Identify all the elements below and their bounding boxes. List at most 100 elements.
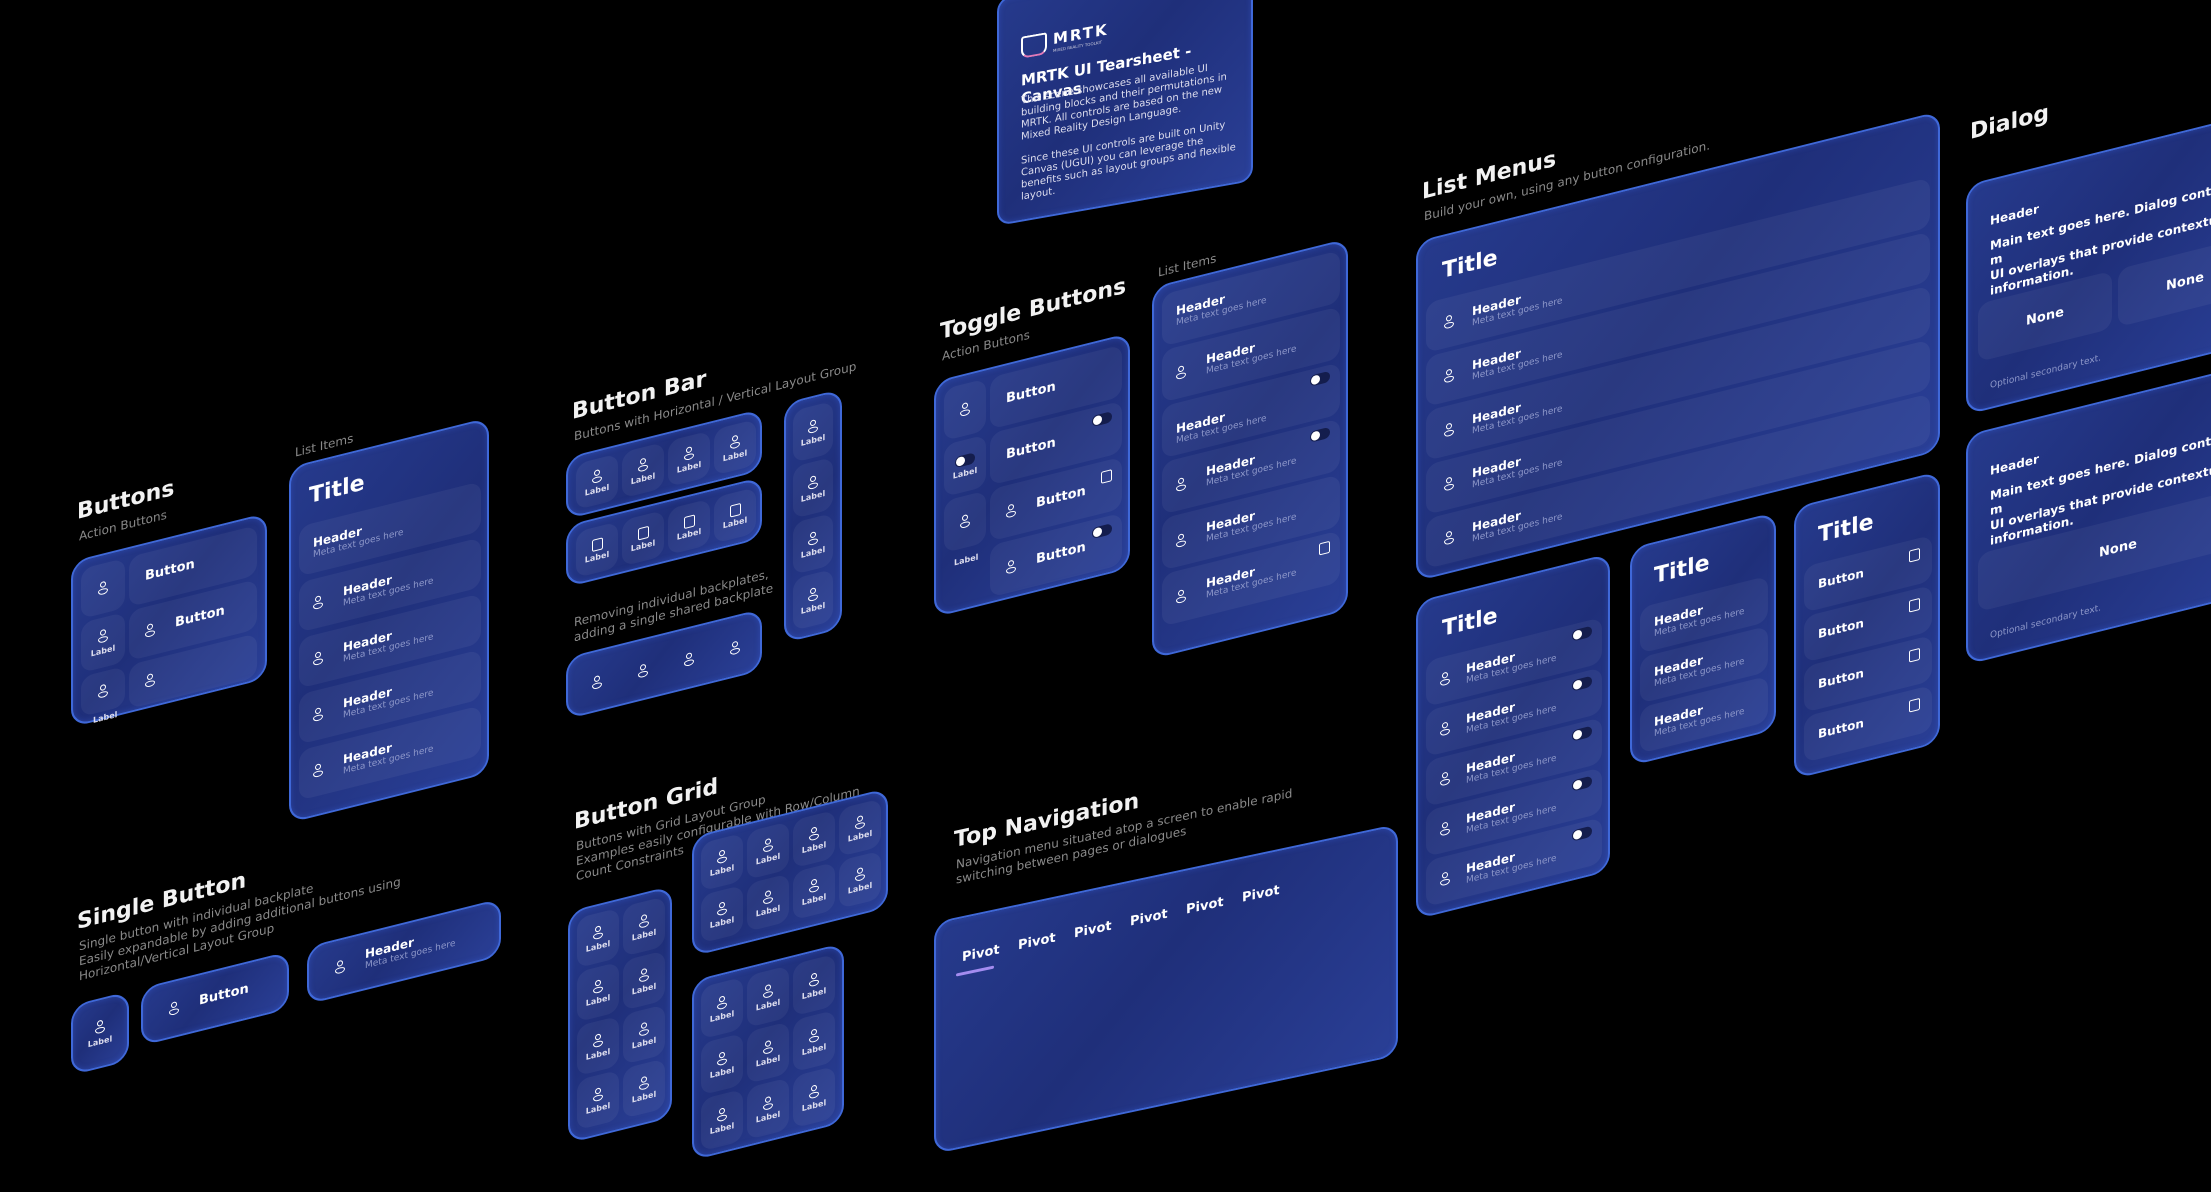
grid-button[interactable]: Label: [701, 884, 743, 944]
grid-button[interactable]: Label: [747, 1021, 789, 1084]
checkbox-icon[interactable]: [1319, 540, 1330, 556]
grid-button[interactable]: Label: [793, 953, 835, 1017]
grid-button[interactable]: Label: [747, 965, 789, 1028]
grid-button[interactable]: Label: [793, 1065, 835, 1129]
button-label: Label: [722, 514, 748, 530]
pivot-active-indicator: [956, 965, 994, 977]
grid-button[interactable]: Label: [747, 821, 789, 880]
person-icon: [809, 877, 819, 893]
list-menu-title: Title: [1442, 245, 1498, 285]
person-icon[interactable]: [592, 675, 602, 691]
grid-button[interactable]: Label: [793, 1009, 835, 1073]
toggle-switch[interactable]: [1572, 675, 1592, 692]
grid-button[interactable]: Label: [747, 1077, 789, 1140]
pivot-tab[interactable]: Pivot: [1074, 918, 1112, 941]
person-icon: [639, 1075, 649, 1091]
bar-button[interactable]: Label: [714, 419, 756, 476]
person-icon: [313, 763, 323, 779]
toggle-switch[interactable]: [1310, 426, 1330, 443]
grid-button[interactable]: Label: [793, 809, 835, 869]
toggle-switch[interactable]: [1310, 370, 1330, 387]
button-text: None: [2026, 304, 2064, 329]
icon-button-labeled[interactable]: [81, 666, 125, 718]
grid-button[interactable]: Label: [701, 1088, 743, 1152]
icon-button[interactable]: [944, 490, 986, 554]
grid-button[interactable]: Label: [793, 861, 835, 921]
person-icon: [1176, 365, 1186, 381]
grid-button[interactable]: Label: [623, 1004, 665, 1065]
person-icon[interactable]: [730, 640, 740, 656]
square-icon: [729, 502, 741, 518]
checkbox-icon[interactable]: [1101, 469, 1112, 484]
bar-button[interactable]: Label: [622, 442, 664, 499]
bar-button[interactable]: Label: [576, 453, 618, 511]
grid-button[interactable]: Label: [623, 896, 665, 957]
person-icon: [593, 1032, 603, 1048]
button-label: Label: [585, 1046, 611, 1062]
grid-button[interactable]: Label: [623, 1058, 665, 1119]
toggle-label-button[interactable]: Label: [944, 434, 986, 498]
grid-button[interactable]: Label: [577, 907, 619, 969]
pivot-tab[interactable]: Pivot: [1242, 883, 1280, 906]
list-menu-title: Title: [1654, 550, 1710, 590]
button-label: Label: [801, 1097, 827, 1113]
pivot-tab[interactable]: Pivot: [1018, 930, 1056, 953]
person-icon: [98, 628, 108, 644]
grid-button[interactable]: Label: [839, 850, 881, 909]
grid-button[interactable]: Label: [577, 961, 619, 1023]
single-text-button[interactable]: Button: [141, 951, 289, 1047]
person-icon[interactable]: [638, 663, 648, 679]
person-icon: [335, 959, 345, 975]
button-text: Button: [145, 556, 195, 585]
icon-label-button[interactable]: Label: [81, 612, 125, 674]
bar-button[interactable]: Label: [793, 456, 833, 519]
toggle-switch[interactable]: [1572, 725, 1592, 742]
checkbox-icon[interactable]: [1909, 547, 1920, 563]
bar-button[interactable]: Label: [622, 510, 664, 567]
toggle-switch[interactable]: [1572, 775, 1592, 792]
single-icon-button[interactable]: Label: [71, 991, 129, 1076]
bar-button[interactable]: Label: [714, 487, 756, 544]
person-icon: [960, 402, 970, 418]
bar-button[interactable]: Label: [793, 400, 833, 463]
grid-button[interactable]: Label: [577, 1015, 619, 1077]
grid-button[interactable]: Label: [701, 976, 743, 1040]
mrtk-logo-icon: [1021, 31, 1047, 59]
grid-button[interactable]: Label: [701, 1032, 743, 1096]
person-icon: [730, 434, 740, 450]
grid-button[interactable]: Label: [701, 832, 743, 892]
button-label: Label: [800, 544, 826, 560]
mrtk-logo: MRTK MIXED REALITY TOOLKIT: [1021, 20, 1109, 59]
bar-button[interactable]: Label: [668, 430, 710, 488]
grid-button[interactable]: Label: [623, 950, 665, 1011]
toggle-switch[interactable]: [1092, 411, 1112, 428]
button-label: Label: [584, 549, 610, 565]
pivot-tab[interactable]: Pivot: [1130, 907, 1168, 930]
pivot-tab[interactable]: Pivot: [1186, 895, 1224, 918]
toggle-switch[interactable]: [1092, 523, 1112, 540]
action-buttons-panel: Label Label Button Button: [71, 512, 267, 728]
bar-button[interactable]: Label: [668, 498, 710, 556]
checkbox-icon[interactable]: [1909, 597, 1920, 613]
icon-button[interactable]: [81, 558, 125, 620]
grid-button[interactable]: Label: [747, 873, 789, 932]
single-list-button[interactable]: Header Meta text goes here: [307, 898, 501, 1005]
bar-button[interactable]: Label: [793, 568, 833, 631]
pivot-tab[interactable]: Pivot: [962, 942, 1000, 965]
bar-button[interactable]: Label: [793, 512, 833, 575]
person-icon: [145, 623, 155, 639]
button-label: Label: [676, 459, 702, 475]
toggle-switch[interactable]: [1572, 825, 1592, 842]
checkbox-icon[interactable]: [1909, 697, 1920, 713]
toggle-switch[interactable]: [1572, 625, 1592, 642]
dialog-secondary-text: Optional secondary text.: [1990, 353, 2102, 392]
person-icon[interactable]: [684, 652, 694, 668]
grid-button[interactable]: Label: [577, 1069, 619, 1131]
button-label: Label: [87, 1034, 113, 1050]
person-icon: [808, 530, 818, 546]
bar-button[interactable]: Label: [576, 521, 618, 579]
icon-button[interactable]: [944, 378, 986, 442]
checkbox-icon[interactable]: [1909, 647, 1920, 663]
grid-button[interactable]: Label: [839, 798, 881, 857]
button-text: Button: [1818, 715, 1864, 742]
